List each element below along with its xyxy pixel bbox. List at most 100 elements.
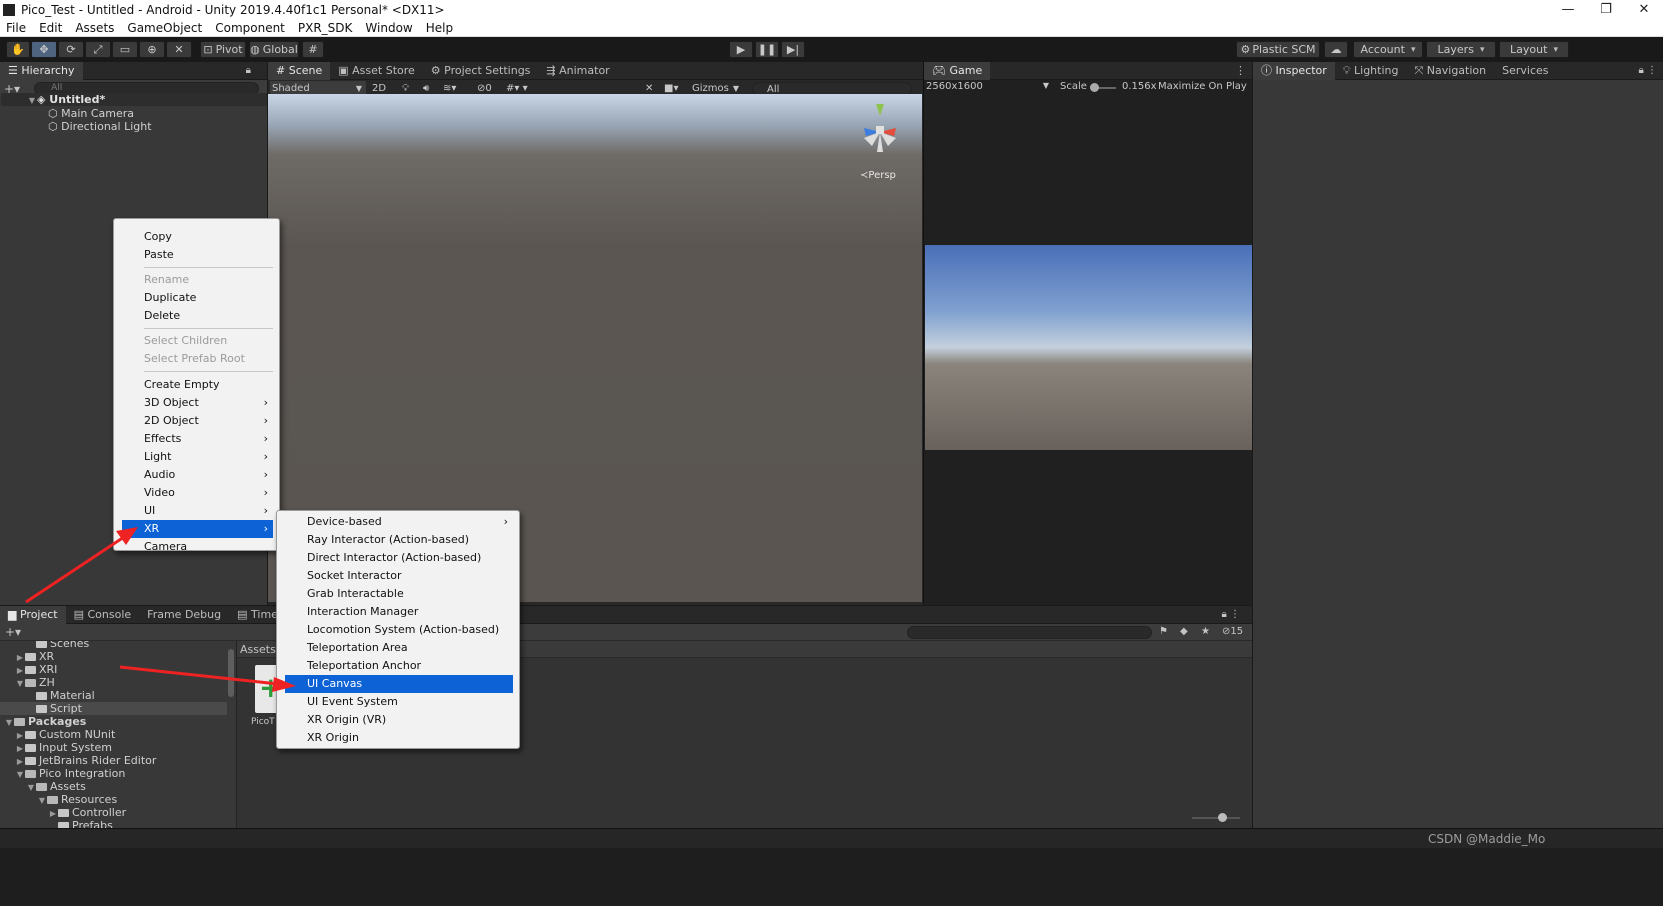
context-menu-item-video[interactable]: Video ›	[122, 484, 273, 502]
tab-project[interactable]: ▆ Project	[0, 605, 66, 624]
tab-console[interactable]: ▤ Console	[66, 606, 140, 624]
xr-menu-item-teleportation-area[interactable]: Teleportation Area	[285, 639, 513, 657]
tab-game[interactable]: 🎮︎ Game	[924, 61, 991, 80]
context-menu-item-light[interactable]: Light ›	[122, 448, 273, 466]
gizmo-center[interactable]	[876, 126, 884, 134]
thumbnail-slider-handle[interactable]	[1218, 813, 1227, 822]
project-tree-item[interactable]: ▶ Custom NUnit	[0, 728, 227, 741]
thumbnail-size-slider[interactable]	[1192, 813, 1240, 822]
project-tree-item[interactable]: Script	[0, 702, 227, 715]
project-tree-item[interactable]: ▶ XRI	[0, 663, 227, 676]
project-tree-item[interactable]: ▶ XR	[0, 650, 227, 663]
pause-button[interactable]: ❚❚	[755, 41, 779, 58]
tab-asset-store[interactable]: ▣ Asset Store	[330, 62, 423, 80]
rotate-tool-button[interactable]: ⟳	[58, 41, 84, 58]
xr-menu-item-xr-origin[interactable]: XR Origin	[285, 729, 513, 747]
xr-menu-item-socket-interactor[interactable]: Socket Interactor	[285, 567, 513, 585]
step-button[interactable]: ▶|	[781, 41, 805, 58]
tab-services[interactable]: Services	[1494, 62, 1556, 80]
asset-name[interactable]: PicoT	[251, 717, 275, 727]
menu-help[interactable]: Help	[426, 21, 453, 35]
layout-dropdown[interactable]: Layout	[1499, 41, 1569, 58]
filter-label-icon[interactable]: ◆	[1180, 626, 1188, 637]
layers-dropdown[interactable]: Layers	[1426, 41, 1496, 58]
lock-icon[interactable]: 🔒︎	[246, 65, 251, 76]
context-menu-item-effects[interactable]: Effects ›	[122, 430, 273, 448]
minimize-button[interactable]: —	[1549, 0, 1587, 20]
scene-root-item[interactable]: ▼ ◈ Untitled*	[1, 93, 267, 106]
expand-arrow-icon[interactable]: ▼	[27, 94, 37, 107]
pivot-toggle[interactable]: ⊡ Pivot	[200, 41, 246, 58]
menu-file[interactable]: File	[6, 21, 26, 35]
shading-mode-dropdown[interactable]: Shaded ▼	[270, 81, 366, 95]
maximize-on-play-toggle[interactable]: Maximize On Play	[1158, 81, 1247, 92]
scale-tool-button[interactable]: ⤢	[85, 41, 111, 58]
grid-toggle[interactable]: #▾ ▾	[506, 81, 528, 95]
grid-snap-button[interactable]: #	[302, 41, 324, 58]
hand-tool-button[interactable]: ✋	[6, 41, 30, 58]
custom-tool-button[interactable]: ✕	[166, 41, 192, 58]
xr-menu-item-ui-canvas[interactable]: UI Canvas	[285, 675, 513, 693]
lock-icon[interactable]: 🔒︎ ⋮	[1639, 65, 1658, 76]
account-dropdown[interactable]: Account	[1353, 41, 1423, 58]
hidden-objects-toggle[interactable]: ⊘ 0	[477, 81, 492, 95]
create-button[interactable]: +▾	[5, 625, 21, 639]
xr-menu-item-xr-origin-vr[interactable]: XR Origin (VR)	[285, 711, 513, 729]
project-tree-item[interactable]: ▼ Packages	[0, 715, 227, 728]
project-search-input[interactable]	[907, 626, 1152, 639]
move-tool-button[interactable]: ✥	[31, 41, 57, 58]
close-button[interactable]: ✕	[1625, 0, 1663, 20]
xr-menu-item-direct-interactor-action-based[interactable]: Direct Interactor (Action-based)	[285, 549, 513, 567]
transform-tool-button[interactable]: ⊕	[139, 41, 165, 58]
2d-toggle[interactable]: 2D	[372, 81, 386, 95]
context-menu-item-2d-object[interactable]: 2D Object ›	[122, 412, 273, 430]
filter-type-icon[interactable]: ⚑	[1159, 626, 1168, 637]
gizmo-y-axis[interactable]	[876, 104, 884, 116]
menu-gameobject[interactable]: GameObject	[127, 21, 202, 35]
project-tree-item[interactable]: ▼ Resources	[0, 793, 227, 806]
context-menu-item-duplicate[interactable]: Duplicate	[122, 289, 273, 307]
global-toggle[interactable]: ◍ Global	[249, 41, 299, 58]
menu-component[interactable]: Component	[215, 21, 285, 35]
menu-edit[interactable]: Edit	[39, 21, 62, 35]
context-menu-item-ui[interactable]: UI ›	[122, 502, 273, 520]
cloud-button[interactable]: ☁	[1324, 41, 1348, 58]
orientation-gizmo[interactable]	[852, 102, 910, 162]
maximize-button[interactable]: ❐	[1587, 0, 1625, 20]
menu-pxr-sdk[interactable]: PXR_SDK	[298, 21, 353, 35]
project-tree-item[interactable]: Scenes	[0, 641, 227, 650]
xr-menu-item-device-based[interactable]: Device-based ›	[285, 513, 513, 531]
project-tree-item[interactable]: ▼ Pico Integration	[0, 767, 227, 780]
project-tree-item[interactable]: ▶ Input System	[0, 741, 227, 754]
project-tree-item[interactable]: ▼ Assets	[0, 780, 227, 793]
project-tree-item[interactable]: ▶ JetBrains Rider Editor	[0, 754, 227, 767]
resolution-dropdown[interactable]: 2560x1600 ▼	[926, 81, 1051, 95]
favorite-star-icon[interactable]: ★	[1201, 626, 1210, 637]
context-menu-item-delete[interactable]: Delete	[122, 307, 273, 325]
hierarchy-item-main-camera[interactable]: ⬡ Main Camera	[48, 107, 134, 120]
breadcrumb[interactable]: Assets	[240, 643, 276, 656]
audio-toggle[interactable]: 🔊︎	[423, 81, 429, 95]
xr-menu-item-interaction-manager[interactable]: Interaction Manager	[285, 603, 513, 621]
xr-menu-item-ray-interactor-action-based[interactable]: Ray Interactor (Action-based)	[285, 531, 513, 549]
scale-slider-handle[interactable]	[1090, 83, 1099, 92]
rect-tool-button[interactable]: ▭	[112, 41, 138, 58]
context-menu-item-xr[interactable]: XR ›	[122, 520, 273, 538]
context-menu-item-paste[interactable]: Paste	[122, 246, 273, 264]
xr-menu-item-teleportation-anchor[interactable]: Teleportation Anchor	[285, 657, 513, 675]
gizmos-dropdown[interactable]: Gizmos ▼	[692, 81, 739, 95]
tab-hierarchy[interactable]: ☰ Hierarchy	[0, 61, 83, 80]
menu-assets[interactable]: Assets	[75, 21, 114, 35]
hierarchy-item-directional-light[interactable]: ⬡ Directional Light	[48, 120, 152, 133]
xr-menu-item-locomotion-system-action-based[interactable]: Locomotion System (Action-based)	[285, 621, 513, 639]
project-tree-item[interactable]: ▼ ZH	[0, 676, 227, 689]
tree-scrollbar[interactable]	[228, 649, 234, 697]
panel-menu-icon[interactable]: ⋮	[1235, 64, 1246, 77]
project-tree-item[interactable]: ▶ Controller	[0, 806, 227, 819]
context-menu-item-create-empty[interactable]: Create Empty	[122, 376, 273, 394]
camera-dropdown[interactable]: ■▾	[664, 81, 678, 95]
hidden-packages-toggle[interactable]: ⊘15	[1222, 626, 1243, 637]
context-menu-item-copy[interactable]: Copy	[122, 228, 273, 246]
context-menu-item-camera[interactable]: Camera	[122, 538, 273, 556]
game-viewport[interactable]	[925, 245, 1252, 450]
